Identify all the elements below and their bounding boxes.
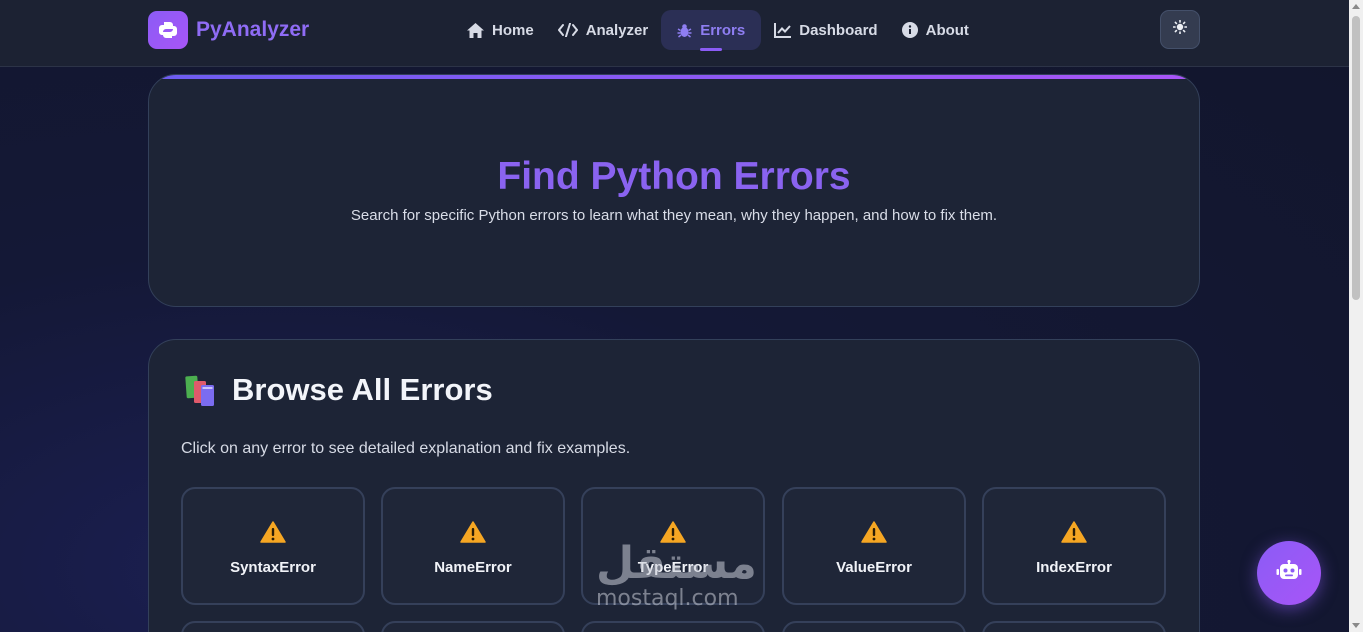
nav-links: Home Analyzer Errors Dashboard About [456,10,982,51]
error-card[interactable] [982,621,1166,632]
robot-icon [1276,559,1302,587]
info-icon [901,22,918,38]
error-card-nameerror[interactable]: NameError [381,487,565,605]
nav-dashboard-label: Dashboard [799,21,878,39]
nav-about-label: About [925,21,969,39]
page-scrollbar[interactable] [1349,0,1363,632]
nav-analyzer-label: Analyzer [585,21,649,39]
error-card-label: ValueError [836,559,912,576]
error-card-label: TypeError [637,559,709,576]
nav-home-label: Home [492,21,534,39]
theme-toggle-button[interactable] [1160,10,1200,49]
warning-icon [460,521,486,548]
error-card[interactable] [581,621,765,632]
warning-icon [260,521,286,548]
chatbot-button[interactable] [1257,541,1321,605]
nav-errors-label: Errors [700,21,746,39]
browse-title: Browse All Errors [232,372,493,407]
error-card[interactable] [381,621,565,632]
nav-dashboard[interactable]: Dashboard [763,10,888,50]
scroll-down-arrow-icon[interactable] [1352,623,1360,628]
browse-errors-panel: Browse All Errors Click on any error to … [148,339,1200,632]
scroll-thumb[interactable] [1352,16,1360,300]
browse-description: Click on any error to see detailed expla… [181,440,631,457]
python-logo-icon [148,11,188,49]
chart-line-icon [774,22,792,38]
error-card-label: IndexError [1036,559,1112,576]
hero-section: Find Python Errors Search for specific P… [148,74,1200,307]
error-card-typeerror[interactable]: TypeError [581,487,765,605]
bug-icon [677,23,692,38]
nav-home[interactable]: Home [456,10,545,50]
nav-analyzer[interactable]: Analyzer [547,10,660,50]
warning-icon [660,521,686,548]
page-subtitle: Search for specific Python errors to lea… [350,207,998,224]
hero-accent-bar [149,75,1199,79]
top-navbar: PyAnalyzer Home Analyzer Errors Dashboar… [0,0,1349,67]
page-title: Find Python Errors [497,155,851,198]
error-card-label: SyntaxError [230,559,316,576]
brand-name: PyAnalyzer [196,18,310,41]
error-card-label: NameError [434,559,512,576]
nav-about[interactable]: About [891,10,980,50]
home-icon [467,22,484,38]
sun-icon [1172,19,1188,39]
warning-icon [1061,521,1087,548]
nav-errors[interactable]: Errors [661,10,762,51]
code-icon [557,23,578,37]
scroll-up-arrow-icon[interactable] [1352,4,1360,9]
error-card[interactable] [181,621,365,632]
error-card[interactable] [782,621,966,632]
error-card-syntaxerror[interactable]: SyntaxError [181,487,365,605]
error-card-indexerror[interactable]: IndexError [982,487,1166,605]
browse-heading: Browse All Errors [184,372,493,408]
warning-icon [861,521,887,548]
brand[interactable]: PyAnalyzer [148,11,309,49]
error-card-valueerror[interactable]: ValueError [782,487,966,605]
books-icon [184,373,220,407]
